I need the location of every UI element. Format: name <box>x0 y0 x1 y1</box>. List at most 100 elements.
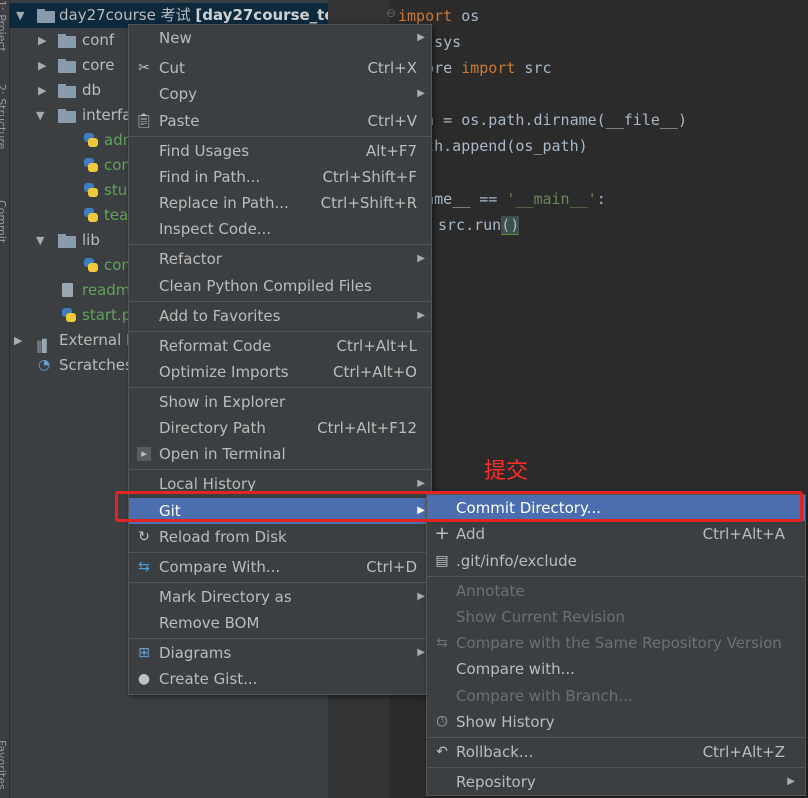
menu-separator <box>129 387 431 388</box>
chevron-down-icon[interactable]: ▼ <box>36 103 46 128</box>
clipboard-icon: 📋︎ <box>135 113 153 129</box>
chevron-down-icon[interactable]: ▼ <box>16 3 26 28</box>
compare-icon: ⇆ <box>138 559 150 575</box>
submenu-item-show-current-revision[interactable]: Show Current Revision <box>427 604 805 630</box>
tree-item-label: conf <box>82 31 115 49</box>
menu-separator <box>129 469 431 470</box>
submenu-item-annotate[interactable]: Annotate <box>427 578 805 604</box>
python-file-icon <box>84 183 98 197</box>
menu-item-diagrams[interactable]: ⊞ Diagrams ▶ <box>129 640 431 666</box>
submenu-arrow-icon: ▶ <box>417 310 425 321</box>
submenu-item-show-history[interactable]: 🕓︎ Show History <box>427 709 805 735</box>
annotation-label: 提交 <box>484 459 529 484</box>
annotation-highlight-box <box>115 491 803 522</box>
menu-item-cut[interactable]: ✂ Cut Ctrl+X <box>129 55 431 81</box>
folder-icon <box>58 59 76 73</box>
github-icon: ● <box>137 671 151 687</box>
menu-item-show-in-explorer[interactable]: Show in Explorer <box>129 389 431 415</box>
code-line-9: src.run() <box>438 216 520 235</box>
chevron-down-icon[interactable]: ▼ <box>36 228 46 253</box>
submenu-arrow-icon: ▶ <box>417 647 425 658</box>
submenu-arrow-icon: ▶ <box>417 32 425 43</box>
menu-separator <box>129 638 431 639</box>
menu-item-mark-directory-as[interactable]: Mark Directory as ▶ <box>129 584 431 610</box>
menu-separator <box>427 576 805 577</box>
git-submenu: Commit Directory... + Add Ctrl+Alt+A ▤ .g… <box>426 494 806 796</box>
submenu-item-add[interactable]: + Add Ctrl+Alt+A <box>427 521 805 547</box>
tree-item-label: db <box>82 81 102 99</box>
menu-separator <box>129 301 431 302</box>
submenu-arrow-icon: ▶ <box>417 591 425 602</box>
tree-item-label: interfa <box>82 106 132 124</box>
context-menu: New ▶ ✂ Cut Ctrl+X Copy ▶ 📋︎ Paste Ctrl+V Fi… <box>128 24 432 695</box>
fold-marker-icon[interactable]: ⊖ <box>386 6 396 20</box>
menu-item-optimize-imports[interactable]: Optimize Imports Ctrl+Alt+O <box>129 359 431 385</box>
menu-item-paste[interactable]: 📋︎ Paste Ctrl+V <box>129 108 431 134</box>
menu-item-directory-path[interactable]: Directory Path Ctrl+Alt+F12 <box>129 415 431 441</box>
submenu-item-repository[interactable]: Repository ▶ <box>427 769 805 795</box>
tree-item-label: readm <box>82 281 131 299</box>
chevron-right-icon[interactable]: ▶ <box>38 78 48 103</box>
folder-icon <box>58 234 76 248</box>
menu-item-open-in-terminal[interactable]: ▸ Open in Terminal <box>129 441 431 467</box>
text-file-icon <box>62 283 73 297</box>
menu-item-reload-from-disk[interactable]: ↻ Reload from Disk <box>129 524 431 550</box>
menu-separator <box>129 552 431 553</box>
menu-item-compare-with[interactable]: ⇆ Compare With... Ctrl+D <box>129 554 431 580</box>
diagram-icon: ⊞ <box>138 645 150 661</box>
menu-item-reformat-code[interactable]: Reformat Code Ctrl+Alt+L <box>129 333 431 359</box>
tool-window-strip: 1: Project 2: Structure Commit Favorites <box>0 0 10 798</box>
clock-icon: 🕓︎ <box>436 714 448 730</box>
chevron-right-icon[interactable]: ▶ <box>38 53 48 78</box>
submenu-item-git-info-exclude[interactable]: ▤ .git/info/exclude <box>427 548 805 574</box>
plus-icon: + <box>434 523 450 544</box>
tool-tab-structure[interactable]: 2: Structure <box>0 84 8 184</box>
tool-tab-project[interactable]: 1: Project <box>0 0 8 60</box>
scissors-icon: ✂ <box>138 60 150 76</box>
menu-item-replace-in-path[interactable]: Replace in Path... Ctrl+Shift+R <box>129 190 431 216</box>
menu-separator <box>129 136 431 137</box>
python-file-icon <box>84 208 98 222</box>
tree-item-label: Scratches <box>59 356 133 374</box>
menu-separator <box>129 582 431 583</box>
chevron-right-icon[interactable]: ▶ <box>14 328 24 353</box>
python-file-icon <box>84 158 98 172</box>
submenu-arrow-icon: ▶ <box>417 253 425 264</box>
python-file-icon <box>62 308 76 322</box>
menu-item-copy[interactable]: Copy ▶ <box>129 81 431 107</box>
tool-tab-favorites[interactable]: Favorites <box>0 740 8 798</box>
submenu-item-rollback[interactable]: ↶ Rollback... Ctrl+Alt+Z <box>427 739 805 765</box>
submenu-item-compare-with[interactable]: Compare with... <box>427 656 805 682</box>
tree-item-label: External L <box>59 331 135 349</box>
menu-item-remove-bom[interactable]: Remove BOM <box>129 610 431 636</box>
menu-item-new[interactable]: New ▶ <box>129 25 431 51</box>
submenu-arrow-icon: ▶ <box>417 88 425 99</box>
menu-item-clean-compiled[interactable]: Clean Python Compiled Files <box>129 273 431 299</box>
code-line-5: path = os.path.dirname(__file__) <box>398 111 687 129</box>
submenu-item-compare-with-branch[interactable]: Compare with Branch... <box>427 683 805 709</box>
folder-icon <box>58 109 76 123</box>
menu-item-create-gist[interactable]: ● Create Gist... <box>129 666 431 692</box>
tree-item-label: lib <box>82 231 100 249</box>
scratches-icon: ◔ <box>38 357 51 373</box>
submenu-item-compare-same-repo[interactable]: ⇆ Compare with the Same Repository Versi… <box>427 630 805 656</box>
folder-icon <box>58 34 76 48</box>
menu-item-find-in-path[interactable]: Find in Path... Ctrl+Shift+F <box>129 164 431 190</box>
rollback-icon: ↶ <box>436 744 448 760</box>
menu-separator <box>427 767 805 768</box>
chevron-right-icon[interactable]: ▶ <box>38 28 48 53</box>
tool-tab-commit[interactable]: Commit <box>0 200 8 260</box>
compare-icon: ⇆ <box>436 635 448 651</box>
menu-item-find-usages[interactable]: Find Usages Alt+F7 <box>129 138 431 164</box>
menu-item-inspect-code[interactable]: Inspect Code... <box>129 216 431 242</box>
menu-item-add-to-favorites[interactable]: Add to Favorites ▶ <box>129 303 431 329</box>
menu-separator <box>129 244 431 245</box>
submenu-arrow-icon: ▶ <box>787 776 795 787</box>
menu-separator <box>129 331 431 332</box>
tree-item-label: core <box>82 56 115 74</box>
terminal-icon: ▸ <box>137 447 151 461</box>
reload-icon: ↻ <box>138 529 150 545</box>
menu-item-refactor[interactable]: Refactor ▶ <box>129 246 431 272</box>
folder-icon <box>37 9 55 23</box>
tree-item-label: start.p <box>82 306 132 324</box>
